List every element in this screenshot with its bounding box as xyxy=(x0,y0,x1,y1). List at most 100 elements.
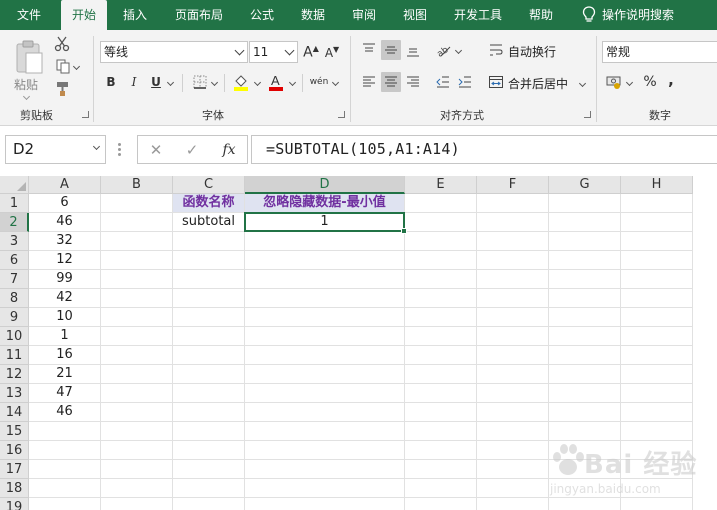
cell-b15[interactable] xyxy=(101,422,173,441)
tab-formulas[interactable]: 公式 xyxy=(250,0,274,30)
cell-b8[interactable] xyxy=(101,289,173,308)
cell-a15[interactable] xyxy=(29,422,101,441)
cell-b2[interactable] xyxy=(101,213,173,232)
cell-f17[interactable] xyxy=(477,460,549,479)
cell-b16[interactable] xyxy=(101,441,173,460)
row-header-14[interactable]: 14 xyxy=(0,403,29,422)
cell-e11[interactable] xyxy=(405,346,477,365)
tab-file[interactable]: 文件 xyxy=(17,0,41,30)
cell-f8[interactable] xyxy=(477,289,549,308)
row-header-17[interactable]: 17 xyxy=(0,460,29,479)
cell-e10[interactable] xyxy=(405,327,477,346)
cell-a2[interactable]: 46 xyxy=(29,213,101,232)
cell-h8[interactable] xyxy=(621,289,693,308)
cell-f2[interactable] xyxy=(477,213,549,232)
row-header-7[interactable]: 7 xyxy=(0,270,29,289)
column-header-b[interactable]: B xyxy=(101,176,173,194)
clipboard-launcher[interactable] xyxy=(82,111,89,118)
cell-c1[interactable]: 函数名称 xyxy=(173,194,245,213)
cell-f19[interactable] xyxy=(477,498,549,510)
insert-function-button[interactable]: fx xyxy=(219,141,239,159)
increase-font-button[interactable]: A▲ xyxy=(301,42,321,62)
cell-b3[interactable] xyxy=(101,232,173,251)
cell-b10[interactable] xyxy=(101,327,173,346)
row-header-2[interactable]: 2 xyxy=(0,213,29,232)
cell-e9[interactable] xyxy=(405,308,477,327)
middle-align-button[interactable] xyxy=(381,40,401,60)
cell-d6[interactable] xyxy=(245,251,405,270)
align-center-button[interactable] xyxy=(381,72,401,92)
cell-e3[interactable] xyxy=(405,232,477,251)
wrap-text-icon-button[interactable] xyxy=(486,40,506,60)
cell-e8[interactable] xyxy=(405,289,477,308)
cell-d11[interactable] xyxy=(245,346,405,365)
cell-e14[interactable] xyxy=(405,403,477,422)
column-header-e[interactable]: E xyxy=(405,176,477,194)
format-painter-button[interactable] xyxy=(52,79,72,99)
cell-g2[interactable] xyxy=(549,213,621,232)
bold-button[interactable]: B xyxy=(101,72,121,92)
borders-button[interactable] xyxy=(190,72,210,92)
underline-button[interactable]: U xyxy=(146,72,166,92)
cell-d15[interactable] xyxy=(245,422,405,441)
row-header-19[interactable]: 19 xyxy=(0,498,29,510)
cell-h1[interactable] xyxy=(621,194,693,213)
cell-a9[interactable]: 10 xyxy=(29,308,101,327)
cell-a13[interactable]: 47 xyxy=(29,384,101,403)
cell-b9[interactable] xyxy=(101,308,173,327)
cell-c10[interactable] xyxy=(173,327,245,346)
column-header-d[interactable]: D xyxy=(245,176,405,194)
row-header-1[interactable]: 1 xyxy=(0,194,29,213)
column-header-f[interactable]: F xyxy=(477,176,549,194)
cell-c7[interactable] xyxy=(173,270,245,289)
orientation-button[interactable]: ab xyxy=(434,40,463,60)
cell-b13[interactable] xyxy=(101,384,173,403)
cell-e2[interactable] xyxy=(405,213,477,232)
cell-d17[interactable] xyxy=(245,460,405,479)
cell-g6[interactable] xyxy=(549,251,621,270)
cell-e13[interactable] xyxy=(405,384,477,403)
cell-a12[interactable]: 21 xyxy=(29,365,101,384)
column-header-c[interactable]: C xyxy=(173,176,245,194)
select-all-button[interactable] xyxy=(0,176,29,194)
cell-f15[interactable] xyxy=(477,422,549,441)
cell-b7[interactable] xyxy=(101,270,173,289)
cell-c6[interactable] xyxy=(173,251,245,270)
row-header-10[interactable]: 10 xyxy=(0,327,29,346)
column-header-a[interactable]: A xyxy=(29,176,101,194)
confirm-entry-button[interactable]: ✓ xyxy=(182,141,202,159)
decrease-indent-button[interactable] xyxy=(433,72,453,92)
cell-e12[interactable] xyxy=(405,365,477,384)
row-header-11[interactable]: 11 xyxy=(0,346,29,365)
cell-g7[interactable] xyxy=(549,270,621,289)
cell-b12[interactable] xyxy=(101,365,173,384)
cell-c19[interactable] xyxy=(173,498,245,510)
font-size-combo[interactable]: 11 xyxy=(249,41,298,63)
cell-e15[interactable] xyxy=(405,422,477,441)
wrap-text-button[interactable]: 自动换行 xyxy=(508,43,556,60)
cell-a17[interactable] xyxy=(29,460,101,479)
decrease-font-button[interactable]: A▼ xyxy=(322,42,342,62)
cell-a6[interactable]: 12 xyxy=(29,251,101,270)
cell-d8[interactable] xyxy=(245,289,405,308)
cell-b14[interactable] xyxy=(101,403,173,422)
cell-g8[interactable] xyxy=(549,289,621,308)
cell-a14[interactable]: 46 xyxy=(29,403,101,422)
cell-e1[interactable] xyxy=(405,194,477,213)
cell-g12[interactable] xyxy=(549,365,621,384)
cell-g10[interactable] xyxy=(549,327,621,346)
cell-h13[interactable] xyxy=(621,384,693,403)
italic-button[interactable]: I xyxy=(124,72,144,92)
cell-f1[interactable] xyxy=(477,194,549,213)
font-color-button[interactable]: A xyxy=(266,72,286,92)
cell-f9[interactable] xyxy=(477,308,549,327)
cell-f16[interactable] xyxy=(477,441,549,460)
row-header-6[interactable]: 6 xyxy=(0,251,29,270)
cell-g3[interactable] xyxy=(549,232,621,251)
cell-c15[interactable] xyxy=(173,422,245,441)
cell-d18[interactable] xyxy=(245,479,405,498)
tab-developer[interactable]: 开发工具 xyxy=(454,0,502,30)
cancel-entry-button[interactable]: ✕ xyxy=(146,141,166,159)
top-align-button[interactable] xyxy=(359,40,379,60)
cell-c3[interactable] xyxy=(173,232,245,251)
